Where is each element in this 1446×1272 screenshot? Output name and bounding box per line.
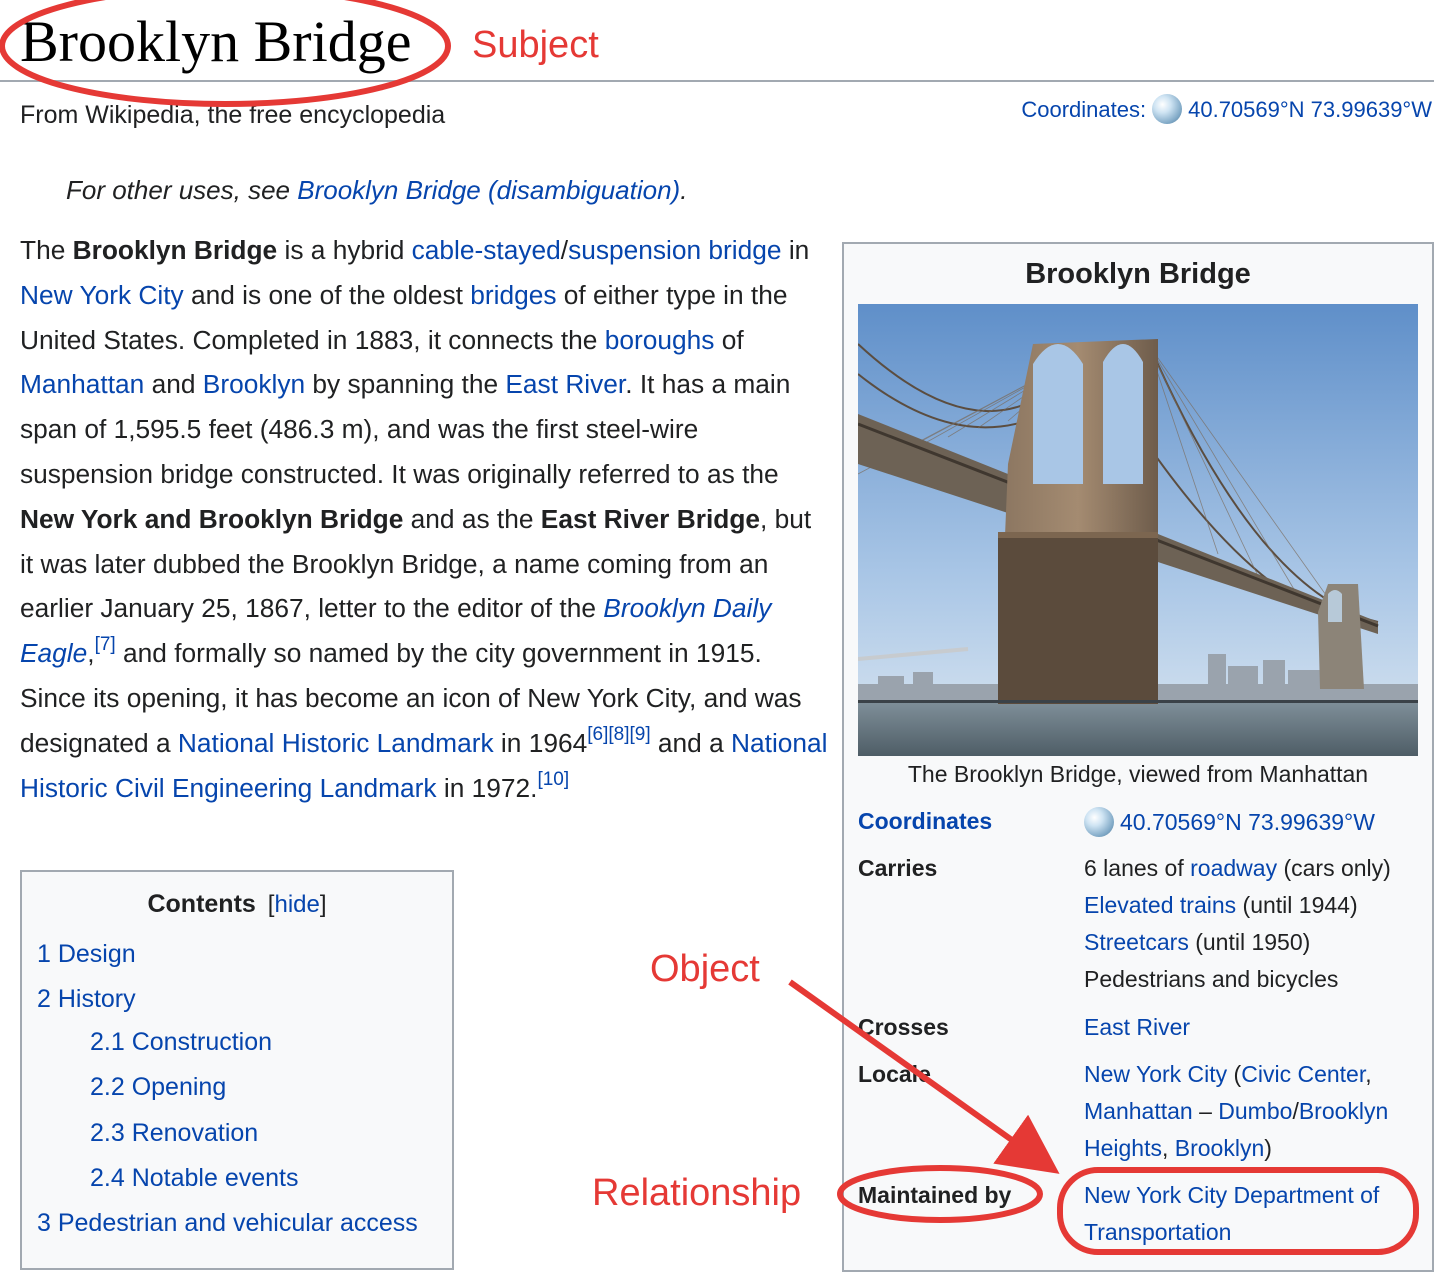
toc-hide-link[interactable]: hide — [274, 891, 319, 918]
disambiguation-link[interactable]: Brooklyn Bridge (disambiguation) — [297, 175, 680, 205]
link-nyc-dot[interactable]: Transportation — [1084, 1219, 1231, 1245]
infobox: Brooklyn Bridge The Brooklyn Bridge, vie… — [842, 242, 1434, 1272]
link-brooklyn[interactable]: Brooklyn — [203, 369, 305, 399]
infobox-coordinates-link[interactable]: 40.70569°N 73.99639°W — [1120, 809, 1375, 835]
bridge-photo-illustration — [858, 304, 1418, 756]
link-cable-stayed[interactable]: cable-stayed — [412, 235, 561, 265]
header-coordinates: Coordinates: 40.70569°N 73.99639°W — [1021, 94, 1432, 126]
carries-text: (cars only) — [1277, 855, 1391, 881]
link-brooklyn-heights[interactable]: Heights — [1084, 1135, 1162, 1161]
link-suspension-bridge[interactable]: suspension bridge — [568, 235, 781, 265]
link-brooklyn[interactable]: Brooklyn — [1175, 1135, 1264, 1161]
toc-item-opening[interactable]: 2.2 Opening — [90, 1073, 226, 1102]
citation-link[interactable]: [10] — [537, 769, 569, 790]
locale-text: – — [1192, 1098, 1219, 1124]
lead-text: in 1964 — [493, 727, 588, 758]
globe-icon[interactable] — [1152, 94, 1183, 125]
lead-bold: East River Bridge — [540, 503, 761, 534]
lead-text: in — [781, 235, 810, 265]
link-roadway[interactable]: roadway — [1190, 855, 1277, 881]
lead-text: by spanning the — [305, 369, 506, 400]
lead-text: and a — [650, 727, 732, 758]
link-national-historic-landmark[interactable]: National Historic Landmark — [178, 728, 494, 758]
link-dumbo[interactable]: Dumbo — [1218, 1098, 1292, 1124]
page-title: Brooklyn Bridge — [20, 9, 412, 74]
lead-paragraph: The Brooklyn Bridge is a hybrid cable-st… — [20, 228, 828, 810]
lead-text: / — [560, 235, 569, 265]
locale-text: , — [1161, 1135, 1175, 1161]
coordinates-label-link[interactable]: Coordinates: — [1021, 97, 1146, 122]
link-nyc-dot[interactable]: New York City Department of — [1084, 1182, 1379, 1208]
lead-text: and is one of the oldest — [183, 279, 471, 310]
carries-label: Carries — [858, 855, 938, 881]
toc-toggle: [hide] — [268, 891, 327, 918]
annotation-relationship-label: Relationship — [592, 1172, 802, 1214]
annotation-object-label: Object — [650, 948, 760, 990]
link-civic-center[interactable]: Civic Center — [1241, 1061, 1365, 1087]
locale-text: ) — [1264, 1135, 1272, 1161]
lead-text: , — [87, 638, 95, 669]
maintained-by-label: Maintained by — [858, 1182, 1012, 1208]
carries-text: (until 1950) — [1188, 929, 1311, 955]
toc-item-construction[interactable]: 2.1 Construction — [90, 1028, 272, 1057]
maintained-by-value: New York City Department of Transportati… — [1084, 1177, 1379, 1251]
carries-text: 6 lanes of — [1084, 855, 1191, 881]
locale-label: Locale — [858, 1061, 931, 1087]
toc-item-notable-events[interactable]: 2.4 Notable events — [90, 1164, 298, 1193]
coordinates-value-link[interactable]: 40.70569°N 73.99639°W — [1188, 97, 1432, 122]
link-bridges[interactable]: bridges — [470, 280, 556, 310]
lead-text: of — [714, 324, 744, 355]
infobox-coordinates-label[interactable]: Coordinates — [858, 803, 992, 840]
link-crosses-east-river[interactable]: East River — [1084, 1009, 1190, 1046]
link-new-york-city[interactable]: New York City — [1084, 1061, 1227, 1087]
toc-title: Contents — [147, 890, 256, 918]
link-manhattan[interactable]: Manhattan — [20, 369, 144, 399]
toc-item-renovation[interactable]: 2.3 Renovation — [90, 1119, 258, 1148]
hatnote-suffix: . — [680, 175, 688, 205]
photo-caption: The Brooklyn Bridge, viewed from Manhatt… — [907, 761, 1369, 787]
globe-icon[interactable] — [1084, 806, 1114, 837]
lead-bold: New York and Brooklyn Bridge — [20, 503, 404, 534]
locale-text: , — [1365, 1061, 1372, 1087]
carries-value: 6 lanes of roadway (cars only) Elevated … — [1084, 850, 1391, 998]
title-divider — [0, 80, 1434, 82]
link-elevated-trains[interactable]: Elevated trains — [1084, 892, 1236, 918]
link-brooklyn-heights[interactable]: Brooklyn — [1299, 1098, 1388, 1124]
lead-text: in 1972. — [436, 772, 538, 803]
tagline: From Wikipedia, the free encyclopedia — [20, 101, 446, 129]
toc-item-pedestrian-access[interactable]: 3 Pedestrian and vehicular access — [37, 1209, 418, 1238]
link-new-york-city[interactable]: New York City — [20, 280, 184, 310]
toc-item-design[interactable]: 1 Design — [37, 940, 136, 969]
bridge-photo[interactable] — [858, 304, 1418, 756]
hatnote: For other uses, see Brooklyn Bridge (dis… — [66, 170, 687, 210]
link-manhattan[interactable]: Manhattan — [1084, 1098, 1193, 1124]
citation-link[interactable]: [7] — [95, 634, 116, 655]
locale-value: New York City (Civic Center, Manhattan –… — [1084, 1056, 1388, 1167]
link-east-river[interactable]: East River — [505, 369, 625, 399]
lead-text: and as the — [403, 503, 541, 534]
link-boroughs[interactable]: boroughs — [605, 325, 715, 355]
infobox-title: Brooklyn Bridge — [1025, 258, 1251, 290]
lead-text: The — [20, 235, 73, 265]
toc-header: Contents [hide] — [22, 890, 452, 919]
carries-text: (until 1944) — [1236, 892, 1358, 918]
crosses-label: Crosses — [858, 1014, 949, 1040]
lead-text: is a hybrid — [277, 235, 412, 265]
locale-text: ( — [1227, 1061, 1242, 1087]
lead-bold: Brooklyn Bridge — [72, 235, 278, 265]
citation-link[interactable]: [6][8][9] — [587, 724, 650, 745]
infobox-coordinates-value: 40.70569°N 73.99639°W — [1084, 804, 1375, 841]
toc-item-history[interactable]: 2 History — [37, 985, 136, 1014]
hatnote-prefix: For other uses, see — [66, 175, 298, 205]
toc-bracket: ] — [319, 891, 327, 918]
lead-text: and — [144, 369, 203, 400]
carries-text: Pedestrians and bicycles — [1084, 966, 1339, 992]
link-streetcars[interactable]: Streetcars — [1084, 929, 1189, 955]
annotation-subject-label: Subject — [472, 24, 599, 66]
table-of-contents: Contents [hide] 1 Design 2 History 2.1 Co… — [20, 870, 454, 1270]
